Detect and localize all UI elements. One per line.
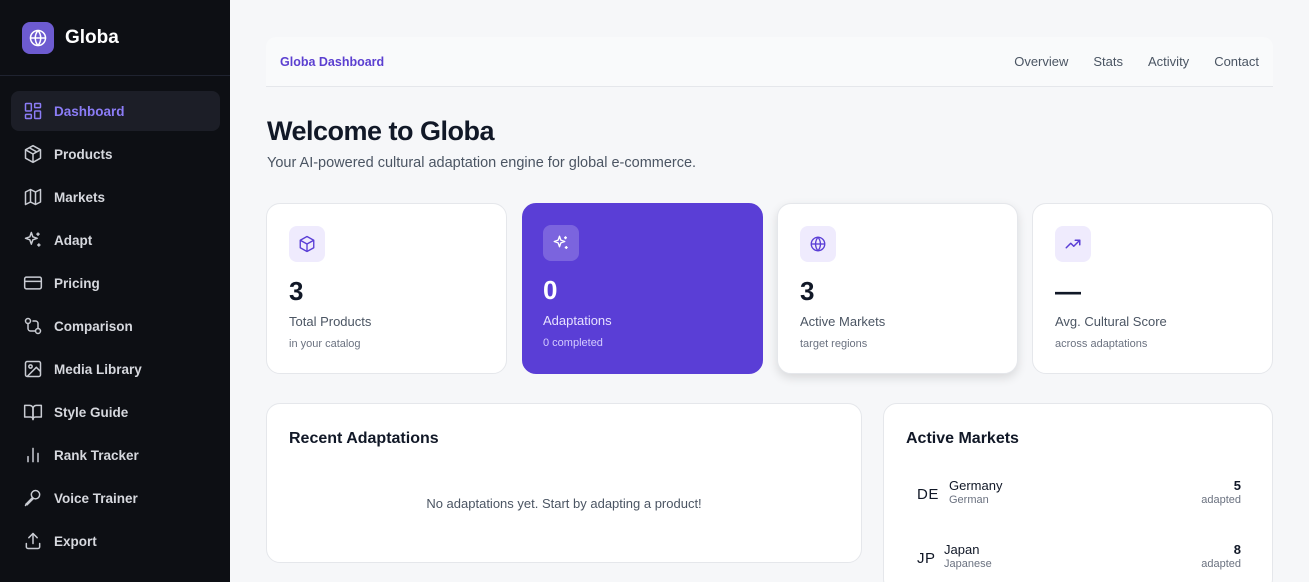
- stat-card-active-markets[interactable]: 3 Active Markets target regions: [777, 203, 1018, 374]
- sidebar-item-label: Export: [54, 533, 97, 549]
- top-bar: Globa Dashboard Overview Stats Activity …: [266, 37, 1273, 87]
- top-nav: Overview Stats Activity Contact: [1014, 54, 1259, 69]
- sidebar-item-label: Markets: [54, 189, 106, 205]
- nav-link-stats[interactable]: Stats: [1093, 54, 1123, 69]
- stat-label: Total Products: [289, 314, 372, 329]
- stat-subtext: in your catalog: [289, 338, 361, 350]
- sidebar-item-export[interactable]: Export: [11, 521, 220, 561]
- market-row-germany[interactable]: DE Germany German 5 adapted: [917, 476, 1241, 516]
- sidebar-item-comparison[interactable]: Comparison: [11, 306, 220, 346]
- globe-logo-icon: [22, 21, 54, 54]
- nav-link-contact[interactable]: Contact: [1214, 54, 1259, 69]
- sidebar-item-label: Comparison: [54, 318, 133, 334]
- nav-link-overview[interactable]: Overview: [1014, 54, 1068, 69]
- sidebar-item-media-library[interactable]: Media Library: [11, 349, 220, 389]
- map-icon: [23, 187, 43, 207]
- main-content: Globa Dashboard Overview Stats Activity …: [230, 0, 1309, 582]
- topbar-title[interactable]: Globa Dashboard: [280, 55, 384, 69]
- stat-subtext: target regions: [800, 338, 868, 350]
- market-name: Japan: [944, 542, 980, 557]
- stat-label: Adaptations: [543, 313, 612, 328]
- country-code: DE: [917, 486, 939, 503]
- stat-card-adaptations[interactable]: 0 Adaptations 0 completed: [522, 203, 763, 374]
- sidebar-item-voice-trainer[interactable]: Voice Trainer: [11, 478, 220, 518]
- sidebar-item-label: Media Library: [54, 361, 142, 377]
- stat-value: 0: [543, 275, 558, 305]
- stat-label: Active Markets: [800, 314, 886, 329]
- active-markets-panel: Active Markets DE Germany German 5 adapt…: [883, 403, 1273, 582]
- dashboard-grid-icon: [23, 101, 43, 121]
- sidebar-nav: Dashboard Products Markets Adapt Pricing: [0, 76, 230, 561]
- empty-state-message: No adaptations yet. Start by adapting a …: [426, 496, 702, 511]
- recent-adaptations-panel: Recent Adaptations No adaptations yet. S…: [266, 403, 862, 563]
- sidebar-item-adapt[interactable]: Adapt: [11, 220, 220, 260]
- book-open-icon: [23, 402, 43, 422]
- image-icon: [23, 359, 43, 379]
- market-name: Germany: [949, 478, 1003, 493]
- nav-link-activity[interactable]: Activity: [1148, 54, 1189, 69]
- sidebar-item-label: Pricing: [54, 275, 100, 291]
- sparkles-icon: [23, 230, 43, 250]
- stat-subtext: across adaptations: [1055, 338, 1148, 350]
- sidebar-item-label: Rank Tracker: [54, 447, 139, 463]
- adapted-count: 8: [1233, 542, 1241, 557]
- market-language: German: [949, 494, 989, 506]
- sidebar-item-markets[interactable]: Markets: [11, 177, 220, 217]
- stat-card-cultural-score[interactable]: — Avg. Cultural Score across adaptations: [1032, 203, 1273, 374]
- bar-chart-icon: [23, 445, 43, 465]
- microphone-icon: [23, 488, 43, 508]
- country-code: JP: [917, 550, 936, 567]
- sidebar-item-label: Adapt: [54, 232, 93, 248]
- market-language: Japanese: [944, 558, 992, 570]
- sidebar-item-label: Voice Trainer: [54, 490, 138, 506]
- sidebar-item-style-guide[interactable]: Style Guide: [11, 392, 220, 432]
- trending-up-icon: [1055, 226, 1091, 262]
- stat-subtext: 0 completed: [543, 337, 603, 349]
- brand-name: Globa: [65, 26, 119, 48]
- adapted-label: adapted: [1201, 558, 1241, 570]
- adapted-count: 5: [1233, 478, 1241, 493]
- brand[interactable]: Globa: [0, 0, 230, 76]
- upload-icon: [23, 531, 43, 551]
- credit-card-icon: [23, 273, 43, 293]
- stat-label: Avg. Cultural Score: [1055, 314, 1167, 329]
- stat-value: —: [1055, 276, 1081, 306]
- sidebar-item-label: Products: [54, 146, 113, 162]
- box-icon: [23, 144, 43, 164]
- sidebar: Globa Dashboard Products Markets Adapt P…: [0, 0, 230, 582]
- globe-icon: [800, 226, 836, 262]
- sidebar-item-dashboard[interactable]: Dashboard: [11, 91, 220, 131]
- sidebar-item-label: Style Guide: [54, 404, 129, 420]
- page-title: Welcome to Globa: [267, 116, 495, 146]
- sidebar-item-label: Dashboard: [54, 103, 125, 119]
- sidebar-item-rank-tracker[interactable]: Rank Tracker: [11, 435, 220, 475]
- stat-value: 3: [289, 276, 304, 306]
- stat-card-total-products[interactable]: 3 Total Products in your catalog: [266, 203, 507, 374]
- panel-title: Recent Adaptations: [289, 430, 439, 447]
- sidebar-item-pricing[interactable]: Pricing: [11, 263, 220, 303]
- sidebar-item-products[interactable]: Products: [11, 134, 220, 174]
- adapted-label: adapted: [1201, 494, 1241, 506]
- sparkles-icon: [543, 225, 579, 261]
- box-icon: [289, 226, 325, 262]
- panel-title: Active Markets: [906, 430, 1019, 447]
- git-compare-icon: [23, 316, 43, 336]
- stat-value: 3: [800, 276, 815, 306]
- page-subtitle: Your AI-powered cultural adaptation engi…: [267, 155, 697, 171]
- market-row-japan[interactable]: JP Japan Japanese 8 adapted: [917, 540, 1241, 580]
